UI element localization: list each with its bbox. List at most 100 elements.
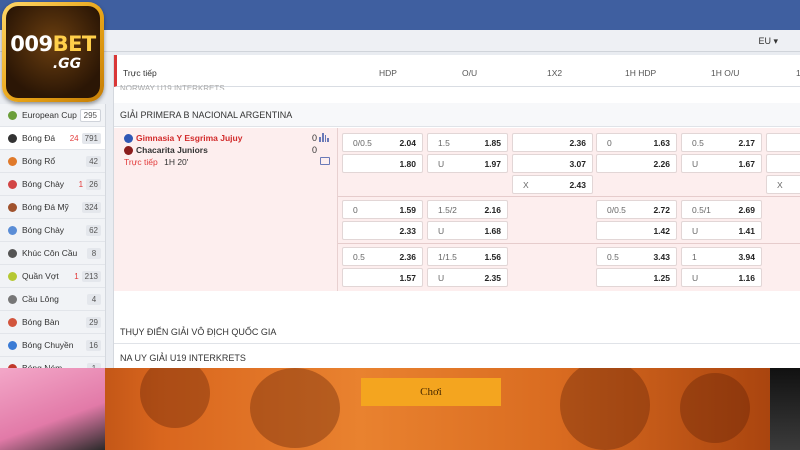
- sidebar-live-count: 1: [78, 179, 84, 189]
- odds-cell[interactable]: 0.5 2.17: [681, 133, 762, 152]
- odds-cell[interactable]: U 1.97: [427, 154, 508, 173]
- odds-cell[interactable]: 1.57: [342, 268, 423, 287]
- brand-logo[interactable]: 009BET .GG: [2, 2, 104, 102]
- match-status: Trực tiếp 1H 20': [124, 157, 188, 167]
- odds-cell[interactable]: 1.25: [596, 268, 677, 287]
- odds-cell[interactable]: 3.07: [512, 154, 593, 173]
- match-info[interactable]: Gimnasia Y Esgrima Jujuy 0 Chacarita Jun…: [114, 128, 338, 291]
- league-header[interactable]: NA UY GIẢI U19 INTERKRETS: [114, 346, 800, 370]
- sidebar-item-label: Cầu Lông: [22, 294, 59, 304]
- odds-price: 1.56: [484, 251, 501, 262]
- odds-format-select[interactable]: EU ▾: [758, 36, 778, 47]
- odds-cell[interactable]: 1/1.5 1.56: [427, 247, 508, 266]
- odds-price: 2.72: [653, 204, 670, 215]
- odds-cell[interactable]: 1 3.94: [681, 247, 762, 266]
- odds-panel: Trực tiếp HDP O/U 1X2 1H HDP 1H O/U 1 NO…: [113, 55, 800, 370]
- odds-cell[interactable]: 1.80: [342, 154, 423, 173]
- col-1h-ou: 1H O/U: [711, 68, 740, 78]
- banner-player-image: [0, 368, 105, 450]
- odds-price: 1.67: [738, 158, 755, 169]
- sidebar-item[interactable]: Bóng Ném 1: [0, 357, 105, 368]
- odds-line: U: [692, 225, 699, 236]
- odds-cell[interactable]: 1.42: [596, 221, 677, 240]
- soccer-ball-icon: [8, 133, 17, 143]
- sidebar-item[interactable]: Bóng Rổ 42: [0, 150, 105, 173]
- odds-cell[interactable]: 0.5/1 2.69: [681, 200, 762, 219]
- odds-line: 1/1.5: [438, 251, 457, 262]
- banner-decoration: [560, 368, 650, 450]
- sidebar-item[interactable]: Khúc Côn Cầu 8: [0, 242, 105, 265]
- away-team: Chacarita Juniors: [124, 145, 208, 155]
- odds-price: 1.41: [738, 225, 755, 236]
- odds-cell[interactable]: 0.5 3.43: [596, 247, 677, 266]
- odds-cell[interactable]: 1.5 1.85: [427, 133, 508, 152]
- sidebar-item[interactable]: Quần Vợt 1 213: [0, 265, 105, 288]
- logo-number: 009: [10, 32, 53, 56]
- odds-cell[interactable]: 2.26: [596, 154, 677, 173]
- odds-price: 1.59: [399, 204, 416, 215]
- logo-bet: BET: [52, 32, 97, 56]
- odds-cell[interactable]: U 1.16: [681, 268, 762, 287]
- sidebar-item[interactable]: Bóng Chuyền 16: [0, 334, 105, 357]
- sidebar-live-count: 24: [69, 133, 79, 143]
- odds-cell[interactable]: 0/0.5 2.04: [342, 133, 423, 152]
- banner-decoration: [140, 368, 210, 428]
- odds-price: 1.42: [653, 225, 670, 236]
- odds-price: 2.26: [653, 158, 670, 169]
- odds-line: 0: [607, 137, 612, 148]
- odds-cell[interactable]: U 1.68: [427, 221, 508, 240]
- sidebar-item[interactable]: Cầu Lông 4: [0, 288, 105, 311]
- odds-cell[interactable]: 2.36: [512, 133, 593, 152]
- column-header-row: Trực tiếp HDP O/U 1X2 1H HDP 1H O/U 1: [114, 55, 800, 87]
- sidebar-item-count: 213: [81, 270, 101, 282]
- league-header[interactable]: GIẢI PRIMERA B NACIONAL ARGENTINA: [114, 103, 800, 127]
- col-live[interactable]: Trực tiếp: [123, 68, 157, 78]
- sports-sidebar: European Cup 295 Bóng Đá 24 791 Bóng Rổ 42 Bóng…: [0, 104, 106, 368]
- odds-cell[interactable]: U 2.35: [427, 268, 508, 287]
- odds-line: 0.5/1: [692, 204, 711, 215]
- sidebar-item-count: 29: [86, 316, 101, 328]
- sidebar-item-label: European Cup: [22, 110, 77, 120]
- sidebar-item-label: Khúc Côn Cầu: [22, 248, 78, 258]
- odds-cell[interactable]: [766, 133, 800, 152]
- odds-cell[interactable]: X: [766, 175, 800, 194]
- sidebar-item-label: Bóng Đá Mỹ: [22, 202, 69, 212]
- odds-cell[interactable]: 2.33: [342, 221, 423, 240]
- odds-cell[interactable]: 0 1.59: [342, 200, 423, 219]
- odds-price: 2.69: [738, 204, 755, 215]
- odds-cell[interactable]: U 1.41: [681, 221, 762, 240]
- sidebar-item[interactable]: European Cup 295: [0, 104, 105, 127]
- odds-cell[interactable]: [766, 154, 800, 173]
- odds-cell[interactable]: 1.5/2 2.16: [427, 200, 508, 219]
- odds-cell[interactable]: X 2.43: [512, 175, 593, 194]
- col-hdp: HDP: [379, 68, 397, 78]
- sidebar-item[interactable]: Bóng Chày 1 26: [0, 173, 105, 196]
- odds-price: 2.36: [399, 251, 416, 262]
- odds-line: X: [777, 179, 783, 190]
- odds-line: 0.5: [353, 251, 365, 262]
- odds-line: 0.5: [607, 251, 619, 262]
- odds-cell[interactable]: 0/0.5 2.72: [596, 200, 677, 219]
- odds-cell[interactable]: 0.5 2.36: [342, 247, 423, 266]
- sidebar-item[interactable]: Bóng Chày 62: [0, 219, 105, 242]
- sidebar-item[interactable]: Bóng Đá Mỹ 324: [0, 196, 105, 219]
- live-stream-tv-icon[interactable]: [320, 157, 330, 165]
- home-team: Gimnasia Y Esgrima Jujuy: [124, 133, 242, 143]
- stats-chart-icon[interactable]: [319, 132, 329, 142]
- odds-price: 1.16: [738, 272, 755, 283]
- sidebar-item-count: 295: [79, 108, 101, 122]
- american-football-icon: [8, 202, 17, 212]
- play-button[interactable]: Chơi: [361, 378, 501, 406]
- shuttlecock-icon: [8, 294, 17, 304]
- odds-cell[interactable]: U 1.67: [681, 154, 762, 173]
- sidebar-item[interactable]: Bóng Đá 24 791: [0, 127, 105, 150]
- volleyball-icon: [8, 340, 17, 350]
- odds-price: 2.04: [399, 137, 416, 148]
- basketball-icon: [8, 156, 17, 166]
- live-tag: Trực tiếp: [124, 157, 158, 167]
- sidebar-item-label: Bóng Chày: [22, 179, 65, 189]
- col-1x2: 1X2: [547, 68, 563, 78]
- sidebar-item[interactable]: Bóng Bàn 29: [0, 311, 105, 334]
- league-header[interactable]: THỤY ĐIỂN GIẢI VÔ ĐỊCH QUỐC GIA: [114, 320, 800, 344]
- odds-cell[interactable]: 0 1.63: [596, 133, 677, 152]
